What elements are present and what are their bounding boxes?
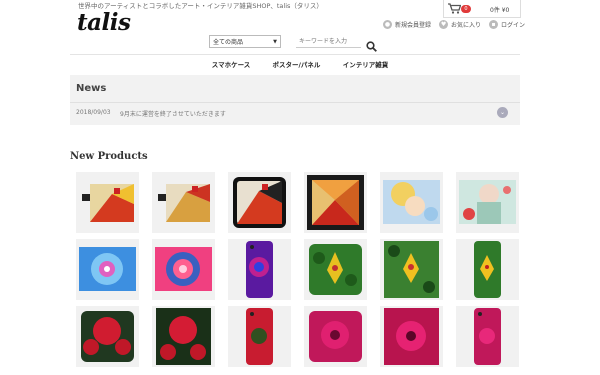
product-phone-case-magenta[interactable] <box>456 306 519 367</box>
product-image <box>307 175 364 230</box>
search-input[interactable] <box>296 35 361 48</box>
nav-item-phone-cases[interactable]: スマホケース <box>212 61 250 69</box>
person-icon: ● <box>383 20 392 29</box>
header-divider <box>70 54 520 55</box>
chevron-down-icon[interactable]: ⌄ <box>497 107 508 118</box>
product-image <box>474 241 501 298</box>
product-image <box>246 241 273 298</box>
nav-item-posters[interactable]: ポスター/パネル <box>273 61 321 69</box>
product-phone-case-red[interactable] <box>228 306 291 367</box>
product-image <box>233 177 286 228</box>
product-image <box>384 241 439 298</box>
product-poster-blue-pattern[interactable] <box>76 239 139 300</box>
product-poster-green[interactable] <box>380 239 443 300</box>
product-image <box>156 308 211 365</box>
cart-total: 0件 ¥0 <box>490 7 510 14</box>
news-divider <box>70 102 520 103</box>
favorites-label: お気に入り <box>451 22 482 29</box>
search-icon <box>366 41 377 52</box>
product-poster-magenta[interactable] <box>380 306 443 367</box>
product-image <box>459 180 516 224</box>
login-label: ログイン <box>501 22 526 29</box>
product-image <box>81 311 134 362</box>
chevron-down-icon: ▼ <box>273 38 277 45</box>
cart-count-badge: 0 <box>461 5 471 13</box>
product-phone-case-purple[interactable] <box>228 239 291 300</box>
register-link[interactable]: ● 新規会員登録 <box>383 20 431 29</box>
user-links: ● 新規会員登録 ♥ お気に入り ▪ ログイン <box>383 20 525 29</box>
product-image <box>384 308 439 365</box>
product-phone-case-green[interactable] <box>456 239 519 300</box>
register-label: 新規会員登録 <box>395 22 432 29</box>
product-image <box>309 311 362 362</box>
product-image <box>79 247 136 291</box>
product-image <box>474 308 501 365</box>
product-cushion-red-flower[interactable] <box>76 306 139 367</box>
product-phone-case-wallet[interactable] <box>76 172 139 233</box>
site-logo[interactable]: talis <box>77 9 131 36</box>
cart-icon <box>448 3 461 14</box>
product-image <box>158 184 210 222</box>
news-text[interactable]: 9月末に運営を終了させていただきます <box>120 109 226 118</box>
lock-icon: ▪ <box>489 20 499 29</box>
search-button[interactable] <box>366 37 377 52</box>
product-image <box>82 184 134 222</box>
new-products-title: New Products <box>70 151 148 162</box>
news-title: News <box>76 83 107 94</box>
category-select[interactable]: 全ての商品 ▼ <box>209 35 281 48</box>
category-select-value: 全ての商品 <box>213 39 244 46</box>
nav-item-interior[interactable]: インテリア雑貨 <box>343 61 389 69</box>
product-phone-case-wallet-2[interactable] <box>152 172 215 233</box>
product-poster-pink-pattern[interactable] <box>152 239 215 300</box>
main-nav: スマホケース ポスター/パネル インテリア雑貨 <box>0 59 600 69</box>
product-cushion-magenta[interactable] <box>304 306 367 367</box>
news-panel: News 2018/09/03 9月末に運営を終了させていただきます ⌄ <box>70 75 520 125</box>
product-poster-red-flower[interactable] <box>152 306 215 367</box>
news-date: 2018/09/03 <box>76 109 111 116</box>
product-cushion[interactable] <box>228 172 291 233</box>
favorites-link[interactable]: ♥ お気に入り <box>439 20 481 29</box>
product-poster-child[interactable] <box>380 172 443 233</box>
product-image <box>155 247 212 291</box>
product-image <box>246 308 273 365</box>
login-link[interactable]: ▪ ログイン <box>489 20 525 29</box>
product-cushion-green[interactable] <box>304 239 367 300</box>
product-image <box>309 244 362 295</box>
product-framed-poster[interactable] <box>304 172 367 233</box>
heart-icon: ♥ <box>439 20 449 29</box>
product-poster-girl[interactable] <box>456 172 519 233</box>
product-image <box>383 180 440 224</box>
